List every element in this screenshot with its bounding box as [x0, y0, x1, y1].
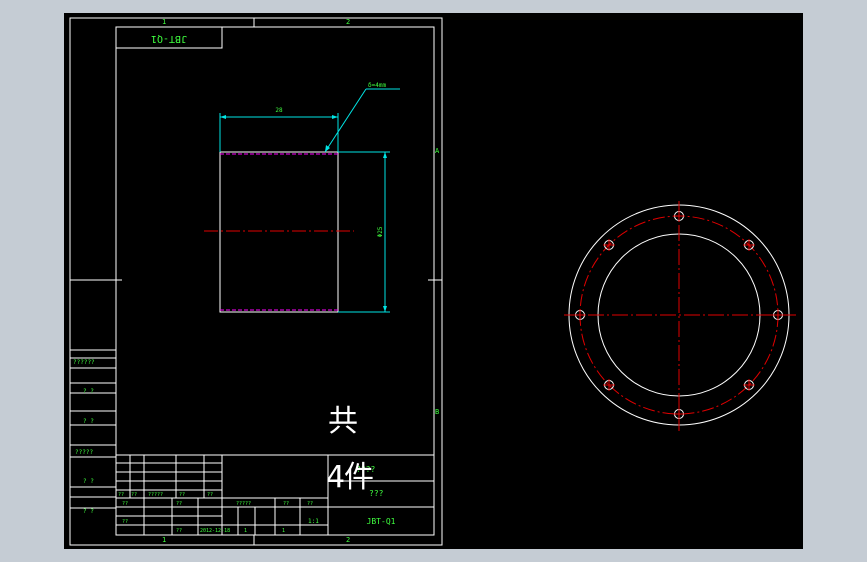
- title-mid-a: ??: [283, 501, 289, 507]
- title-cell: ??: [176, 501, 182, 507]
- side-label: ? ?: [83, 478, 94, 485]
- inner-border: [115, 26, 435, 536]
- title-date: 2012-12-18: [200, 528, 230, 534]
- thickness-note: δ=4mm: [368, 82, 386, 89]
- side-label: ? ?: [83, 418, 94, 425]
- cad-viewport[interactable]: 1 2 1 2 A B JBT-Q1 ?????? ? ? ? ? ???? ? …: [64, 13, 803, 549]
- title-cell: ??: [176, 528, 182, 534]
- side-label: ? ?: [83, 508, 94, 515]
- side-label: ??????: [73, 359, 95, 366]
- zone-bottom-2: 2: [346, 536, 350, 544]
- thickness-leader: [324, 88, 400, 153]
- title-cell: ?????: [148, 492, 163, 498]
- zone-right-b: B: [435, 408, 439, 416]
- title-cell: ??: [131, 492, 137, 498]
- title-cell: ??: [179, 492, 185, 498]
- title-cell: ??: [122, 519, 128, 525]
- side-label: ?????: [75, 449, 93, 456]
- width-dimension: [219, 113, 339, 152]
- flange-view: [564, 201, 796, 431]
- height-dimension-text: Φ25: [377, 226, 384, 237]
- title-cell: ??: [122, 501, 128, 507]
- front-view: [204, 151, 354, 313]
- zone-bottom-1: 1: [162, 536, 166, 544]
- outer-border: [69, 17, 443, 546]
- title-cell: ??: [207, 492, 213, 498]
- drawing-code: JBT-Q1: [367, 517, 396, 526]
- title-cell: ??: [118, 492, 124, 498]
- sheet-b: 1: [282, 528, 285, 534]
- title-mid-b: ??: [307, 501, 313, 507]
- drawing-code-mirrored: JBT-Q1: [151, 33, 187, 44]
- side-label: ? ?: [83, 388, 94, 395]
- piece-label: 件: [344, 460, 374, 495]
- title-name-row: ?????: [236, 501, 251, 507]
- zone-top-1: 1: [162, 18, 166, 26]
- zone-right-a: A: [435, 147, 440, 155]
- zone-top-2: 2: [346, 18, 350, 26]
- total-label: 共: [328, 404, 358, 439]
- title-scale: 1:1: [308, 518, 319, 525]
- sheet-a: 1: [244, 528, 247, 534]
- piece-count: 4: [326, 460, 345, 495]
- drawing-canvas: 1 2 1 2 A B JBT-Q1 ?????? ? ? ? ? ???? ? …: [69, 17, 796, 546]
- width-dimension-text: 28: [275, 107, 283, 114]
